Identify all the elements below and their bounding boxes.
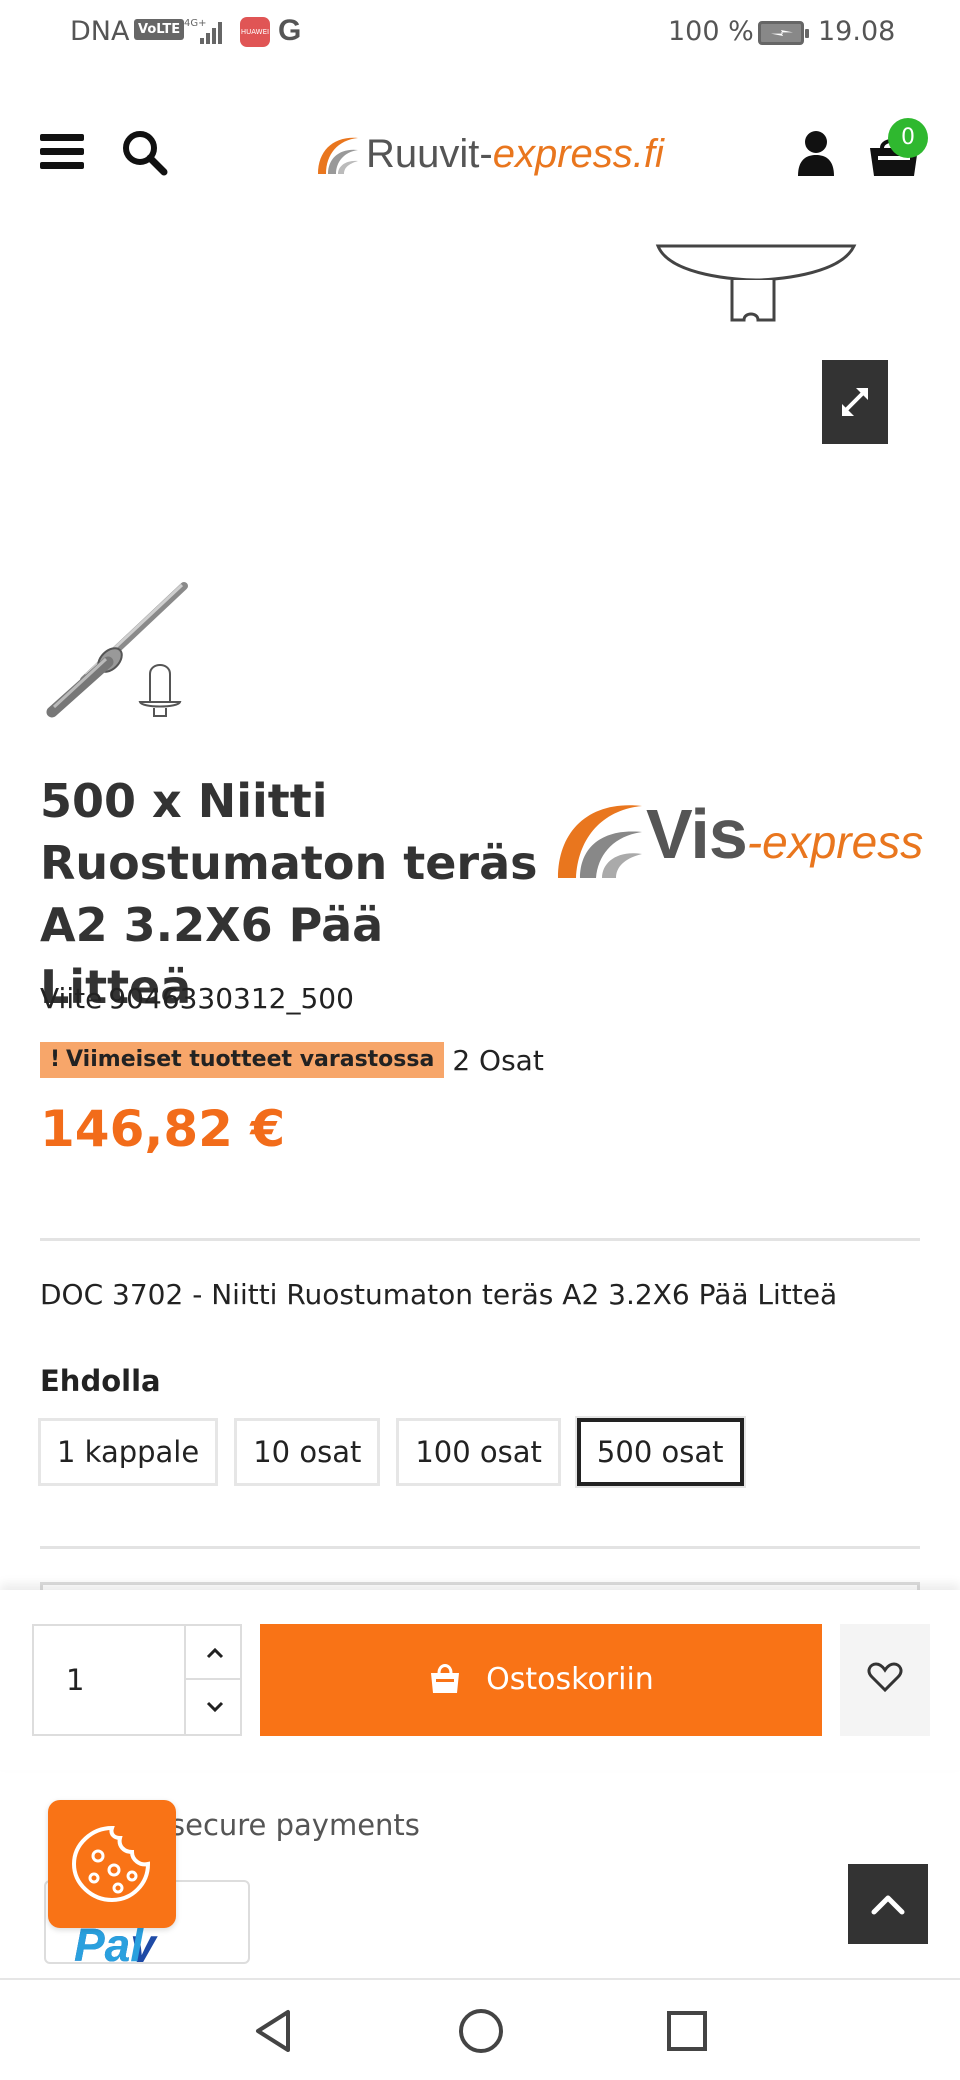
add-to-cart-label: Ostoskoriin — [486, 1662, 654, 1697]
secure-payments-label: secure payments — [170, 1808, 420, 1842]
battery-percent: 100 % — [668, 16, 754, 47]
google-icon: G — [278, 14, 302, 47]
site-logo[interactable]: Ruuvit-express.fi — [314, 128, 664, 180]
quantity-decrease-button[interactable] — [184, 1680, 242, 1734]
svg-text:4G+: 4G+ — [184, 18, 207, 29]
chevron-up-icon — [206, 1647, 224, 1659]
carrier-label: DNA — [70, 16, 130, 47]
reference-label: Viite — [40, 982, 103, 1015]
status-bar: DNA VoLTE 4G+ HUAWEI G 100 % 19.08 — [0, 0, 960, 66]
brand-accent: -express — [746, 816, 924, 868]
quantity-input[interactable] — [34, 1626, 184, 1734]
home-icon[interactable] — [456, 2006, 506, 2056]
volte-icon: VoLTE — [134, 19, 185, 40]
brand-text: Vis-express — [646, 794, 923, 874]
signal-icon: 4G+ — [184, 18, 222, 44]
chevron-down-icon — [206, 1701, 224, 1713]
stock-count: 2 Osat — [452, 1043, 544, 1077]
chevron-up-icon — [871, 1895, 905, 1915]
logo-text: Ruuvit-express.fi — [366, 132, 664, 177]
product-image[interactable] — [640, 236, 860, 336]
zoom-button[interactable] — [822, 360, 888, 444]
cookie-icon — [71, 1825, 151, 1903]
battery-icon — [758, 21, 809, 45]
heart-icon — [867, 1662, 903, 1693]
divider — [40, 1238, 920, 1241]
cookie-settings-button[interactable] — [48, 1800, 176, 1928]
product-reference: Viite 9046330312_500 — [40, 982, 354, 1015]
stock-status: ! Viimeiset tuotteet varastossa 2 Osat — [40, 1042, 544, 1078]
variant-selector: 1 kappale 10 osat 100 osat 500 osat — [38, 1416, 746, 1488]
user-icon[interactable] — [796, 130, 836, 176]
logo-accent: express.fi — [492, 132, 664, 176]
variant-option[interactable]: 10 osat — [234, 1418, 381, 1486]
add-to-cart-button[interactable]: Ostoskoriin — [260, 1624, 822, 1736]
product-title: 500 x Niitti Ruostumaton teräs A2 3.2X6 … — [40, 774, 538, 1014]
recent-apps-icon[interactable] — [662, 2006, 712, 2056]
divider — [40, 1546, 920, 1549]
product-description: DOC 3702 - Niitti Ruostumaton teräs A2 3… — [40, 1278, 838, 1311]
huawei-app-icon: HUAWEI — [240, 17, 270, 47]
quantity-stepper — [32, 1624, 242, 1736]
brand-main: Vis — [646, 795, 748, 873]
expand-icon — [842, 388, 868, 416]
clock: 19.08 — [818, 16, 896, 47]
quantity-increase-button[interactable] — [184, 1626, 242, 1680]
variant-label: Ehdolla — [40, 1364, 161, 1398]
variant-option[interactable]: 1 kappale — [38, 1418, 219, 1486]
stock-badge-text: Viimeiset tuotteet varastossa — [66, 1047, 435, 1072]
shopping-bag-icon — [431, 1663, 460, 1693]
product-thumbnail[interactable] — [40, 570, 200, 730]
back-icon[interactable] — [250, 2006, 300, 2056]
cart-count-badge: 0 — [888, 118, 928, 158]
add-to-cart-bar: Ostoskoriin — [0, 1590, 960, 1770]
product-price: 146,82 € — [40, 1100, 286, 1158]
reference-value: 9046330312_500 — [108, 982, 354, 1015]
variant-option-selected[interactable]: 500 osat — [574, 1416, 746, 1488]
scroll-to-top-button[interactable] — [848, 1864, 928, 1944]
menu-icon[interactable] — [40, 134, 84, 170]
logo-main: Ruuvit- — [366, 132, 493, 176]
wishlist-button[interactable] — [840, 1624, 930, 1736]
variant-option[interactable]: 100 osat — [396, 1418, 561, 1486]
brand-swoosh-icon — [558, 805, 642, 878]
brand-logo[interactable]: Vis-express — [556, 784, 926, 884]
site-header: Ruuvit-express.fi 0 — [0, 100, 960, 210]
warning-icon: ! — [50, 1047, 61, 1072]
system-navigation-bar — [0, 1978, 960, 2080]
search-icon[interactable] — [120, 128, 170, 178]
stock-badge: ! Viimeiset tuotteet varastossa — [40, 1042, 445, 1078]
logo-swoosh-icon — [318, 137, 358, 174]
